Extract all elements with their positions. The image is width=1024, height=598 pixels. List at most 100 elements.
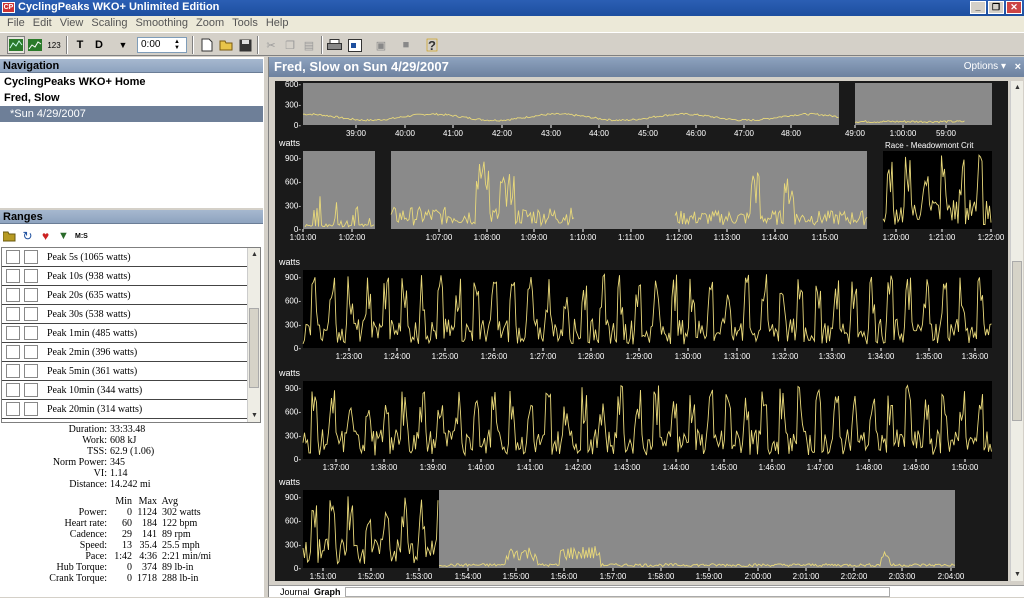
- cut-icon[interactable]: ✂: [262, 36, 280, 54]
- x-tick-label: 1:02:00: [339, 233, 366, 242]
- range-checkbox[interactable]: [6, 307, 20, 321]
- open-folder-icon[interactable]: [217, 36, 235, 54]
- close-graph-button[interactable]: ×: [1015, 57, 1021, 77]
- tab-journal[interactable]: Journal: [277, 587, 313, 598]
- menu-zoom[interactable]: Zoom: [192, 16, 228, 32]
- y-tick-label: 600-: [285, 81, 301, 89]
- x-tick-label: 1:37:00: [323, 463, 350, 472]
- menu-scaling[interactable]: Scaling: [87, 16, 131, 32]
- copy-icon[interactable]: ❐: [281, 36, 299, 54]
- range-checkbox-2[interactable]: [24, 269, 38, 283]
- stats-label: Heart rate:: [64, 518, 107, 529]
- x-tick-label: 1:55:00: [503, 572, 530, 581]
- range-checkbox[interactable]: [6, 269, 20, 283]
- range-checkbox[interactable]: [6, 345, 20, 359]
- range-checkbox-2[interactable]: [24, 345, 38, 359]
- nav-item-home[interactable]: CyclingPeaks WKO+ Home: [0, 74, 263, 90]
- restore-button[interactable]: ❐: [988, 1, 1004, 14]
- summary-value: 62.9 (1.06): [110, 446, 155, 457]
- stats-row: Speed: 13 35.4 25.5 mph: [0, 540, 263, 551]
- x-tick-label: 40:00: [395, 129, 416, 138]
- options-menu-button[interactable]: Options ▾: [964, 57, 1006, 77]
- scroll-thumb[interactable]: [249, 308, 259, 388]
- range-checkbox[interactable]: [6, 288, 20, 302]
- print-icon[interactable]: [325, 36, 343, 54]
- time-spinner[interactable]: ▲ ▼: [172, 36, 182, 54]
- new-file-icon[interactable]: [198, 36, 216, 54]
- range-checkbox[interactable]: [6, 250, 20, 264]
- export-icon[interactable]: [346, 36, 364, 54]
- range-checkbox-2[interactable]: [24, 402, 38, 416]
- d-button[interactable]: D: [90, 36, 108, 54]
- menu-file[interactable]: File: [3, 16, 29, 32]
- power-graph[interactable]: 0- 300- 600- 39:00 40:00 41:00 42:00 43:00 44:00…: [275, 81, 1008, 581]
- range-checkbox-2[interactable]: [24, 307, 38, 321]
- scroll-down-icon[interactable]: ▼: [1011, 568, 1024, 581]
- range-row[interactable]: Peak 1min (485 watts): [2, 324, 248, 343]
- nav-item-workout[interactable]: *Sun 4/29/2007: [0, 106, 263, 122]
- menu-view[interactable]: View: [56, 16, 88, 32]
- menu-smoothing[interactable]: Smoothing: [131, 16, 192, 32]
- chart-view-icon[interactable]: [26, 36, 44, 54]
- help-icon[interactable]: ?: [423, 36, 441, 54]
- graph-scrollbar[interactable]: ▲ ▼: [1010, 81, 1023, 581]
- stats-label: Speed:: [79, 540, 107, 551]
- range-label: Peak 1min (485 watts): [47, 327, 138, 339]
- range-checkbox-2[interactable]: [24, 250, 38, 264]
- disabled-tool-2-icon[interactable]: ■: [397, 36, 415, 54]
- x-tick-label: 1:15:00: [812, 233, 839, 242]
- range-checkbox-2[interactable]: [24, 288, 38, 302]
- disabled-tool-icon[interactable]: ▣: [372, 36, 390, 54]
- menu-help[interactable]: Help: [262, 16, 293, 32]
- range-checkbox-2[interactable]: [24, 364, 38, 378]
- range-row[interactable]: Peak 20min (314 watts): [2, 400, 248, 419]
- range-row[interactable]: Peak 10s (938 watts): [2, 267, 248, 286]
- app-logo-icon: CP: [2, 2, 15, 13]
- heart-icon[interactable]: ♥: [39, 229, 52, 243]
- tab-graph[interactable]: Graph: [311, 587, 344, 598]
- nav-item-athlete[interactable]: Fred, Slow: [0, 90, 263, 106]
- t-button[interactable]: T: [71, 36, 89, 54]
- range-row[interactable]: Peak 5s (1065 watts): [2, 248, 248, 267]
- main-pane: Fred, Slow on Sun 4/29/2007 Options ▾ × …: [269, 57, 1024, 597]
- shield-range-icon[interactable]: ▼: [57, 230, 70, 243]
- save-icon[interactable]: [236, 36, 254, 54]
- dropdown-icon[interactable]: ▼: [114, 36, 132, 54]
- range-checkbox-2[interactable]: [24, 326, 38, 340]
- range-checkbox[interactable]: [6, 383, 20, 397]
- navigation-header: Navigation: [0, 59, 263, 73]
- range-checkbox[interactable]: [6, 402, 20, 416]
- range-row[interactable]: Peak 20s (635 watts): [2, 286, 248, 305]
- power-chart-svg[interactable]: 0- 300- 600- 39:00 40:00 41:00 42:00 43:00 44:00…: [275, 81, 1008, 581]
- scroll-down-icon[interactable]: ▼: [248, 409, 260, 422]
- ranges-scrollbar[interactable]: ▲ ▼: [247, 248, 260, 422]
- menu-tools[interactable]: Tools: [228, 16, 262, 32]
- scroll-up-icon[interactable]: ▲: [248, 248, 260, 261]
- x-tick-label: 2:01:00: [793, 572, 820, 581]
- ranges-list[interactable]: Peak 5s (1065 watts) Peak 10s (938 watts…: [1, 247, 261, 423]
- graph-view-icon[interactable]: [7, 36, 25, 54]
- range-checkbox[interactable]: [6, 326, 20, 340]
- x-tick-label: 1:21:00: [929, 233, 956, 242]
- x-tick-label: 1:07:00: [426, 233, 453, 242]
- range-row[interactable]: Peak 5min (361 watts): [2, 362, 248, 381]
- refresh-icon[interactable]: ↻: [21, 229, 34, 243]
- menu-edit[interactable]: Edit: [29, 16, 56, 32]
- range-row[interactable]: Peak 2min (396 watts): [2, 343, 248, 362]
- range-checkbox[interactable]: [6, 364, 20, 378]
- ms-toggle-button[interactable]: M:S: [75, 230, 88, 243]
- x-tick-label: 2:02:00: [841, 572, 868, 581]
- x-tick-label: 48:00: [781, 129, 802, 138]
- close-window-button[interactable]: ✕: [1006, 1, 1022, 14]
- graph-scroll-thumb[interactable]: [1012, 261, 1022, 421]
- range-row[interactable]: Peak 30s (538 watts): [2, 305, 248, 324]
- numeric-view-button[interactable]: 123: [45, 36, 63, 54]
- scroll-up-icon[interactable]: ▲: [1011, 81, 1024, 94]
- minimize-button[interactable]: _: [970, 1, 986, 14]
- paste-icon[interactable]: ▤: [300, 36, 318, 54]
- y-axis-label: watts: [278, 368, 301, 378]
- range-row[interactable]: Peak 10min (344 watts): [2, 381, 248, 400]
- stats-row: Power: 0 1124 302 watts: [0, 507, 263, 518]
- folder-range-icon[interactable]: [3, 230, 16, 243]
- range-checkbox-2[interactable]: [24, 383, 38, 397]
